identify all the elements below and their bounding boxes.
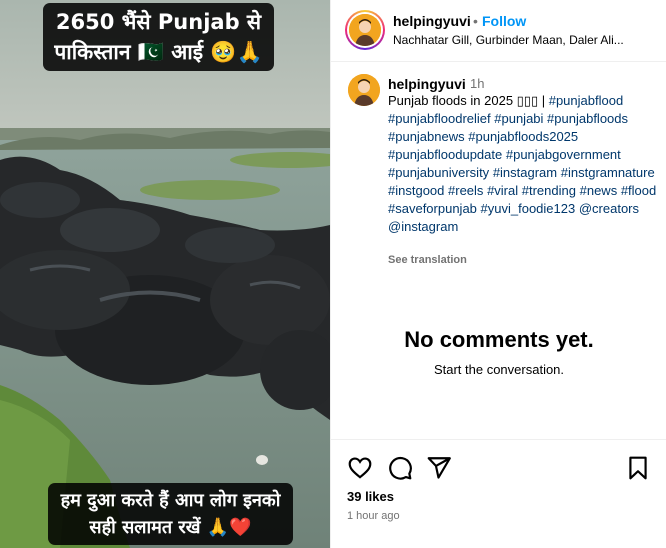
caption-avatar[interactable]	[348, 74, 380, 106]
hashtag-link[interactable]: #punjabfloods2025	[468, 129, 578, 144]
post-timestamp[interactable]: 1 hour ago	[347, 510, 400, 522]
buffalo-video-frame	[0, 0, 330, 548]
hashtag-link[interactable]: #saveforpunjab	[388, 201, 477, 216]
post-details-panel: helpingyuvi • Follow Nachhatar Gill, Gur…	[330, 0, 666, 548]
video-caption-top: 2650 भैंसे Punjab से पाकिस्तान 🇵🇰 आई 🥹🙏	[43, 3, 274, 71]
hashtag-link[interactable]: #flood	[621, 183, 656, 198]
video-caption-bottom: हम दुआ करते हैं आप लोग इनको सही सलामत रख…	[48, 483, 293, 545]
avatar[interactable]	[345, 10, 385, 50]
hashtag-link[interactable]: #instagram	[493, 165, 557, 180]
hashtag-link[interactable]: @creators	[579, 201, 639, 216]
caption-timestamp: 1h	[470, 76, 485, 91]
hashtag-link[interactable]: #punjabfloodupdate	[388, 147, 502, 162]
hashtag-link[interactable]: #viral	[487, 183, 518, 198]
follow-button[interactable]: Follow	[482, 13, 526, 29]
comment-icon[interactable]	[387, 455, 413, 481]
hashtag-link[interactable]: #news	[580, 183, 618, 198]
avatar-image	[349, 14, 381, 46]
hashtag-link[interactable]: #instgood	[388, 183, 444, 198]
audio-attribution[interactable]: Nachhatar Gill, Gurbinder Maan, Daler Al…	[393, 33, 663, 47]
header-separator: •	[473, 13, 478, 29]
video-caption-bottom-line1: हम दुआ करते हैं आप लोग इनको	[60, 490, 281, 511]
hashtag-link[interactable]: #punjabi	[494, 111, 543, 126]
heart-icon[interactable]	[347, 455, 373, 481]
caption-body: Punjab floods in 2025 ▯▯▯ |	[388, 93, 549, 108]
video-caption-bottom-line2: सही सलामत रखें 🙏❤️	[89, 517, 252, 538]
hashtag-link[interactable]: @instagram	[388, 219, 458, 234]
caption-text: Punjab floods in 2025 ▯▯▯ | #punjabflood…	[388, 92, 658, 236]
hashtag-link[interactable]: #punjabfloods	[547, 111, 628, 126]
hashtag-link[interactable]: #punjabflood	[549, 93, 623, 108]
hashtag-link[interactable]: #punjabgovernment	[506, 147, 621, 162]
video-caption-top-line1: 2650 भैंसे Punjab से	[55, 10, 262, 34]
post-header: helpingyuvi • Follow Nachhatar Gill, Gur…	[331, 0, 666, 62]
hashtag-link[interactable]: #yuvi_foodie123	[481, 201, 576, 216]
post-actions: 39 likes 1 hour ago	[331, 439, 666, 548]
see-translation-link[interactable]: See translation	[388, 254, 467, 266]
likes-count[interactable]: 39 likes	[347, 489, 394, 504]
video-caption-top-line2: पाकिस्तान 🇵🇰 आई 🥹🙏	[54, 40, 263, 64]
post-media[interactable]: 2650 भैंसे Punjab से पाकिस्तान 🇵🇰 आई 🥹🙏 …	[0, 0, 330, 548]
hashtag-link[interactable]: #punjabnews	[388, 129, 465, 144]
share-icon[interactable]	[426, 455, 452, 481]
hashtag-link[interactable]: #punjabuniversity	[388, 165, 489, 180]
bookmark-icon[interactable]	[625, 455, 651, 481]
no-comments-subtitle: Start the conversation.	[433, 362, 565, 377]
caption-username[interactable]: helpingyuvi	[388, 76, 466, 92]
header-username[interactable]: helpingyuvi	[393, 13, 471, 29]
hashtag-link[interactable]: #punjabfloodrelief	[388, 111, 491, 126]
no-comments-title: No comments yet.	[404, 327, 594, 352]
hashtag-link[interactable]: #trending	[522, 183, 576, 198]
hashtag-link[interactable]: #instgramnature	[561, 165, 655, 180]
hashtag-link[interactable]: #reels	[448, 183, 483, 198]
